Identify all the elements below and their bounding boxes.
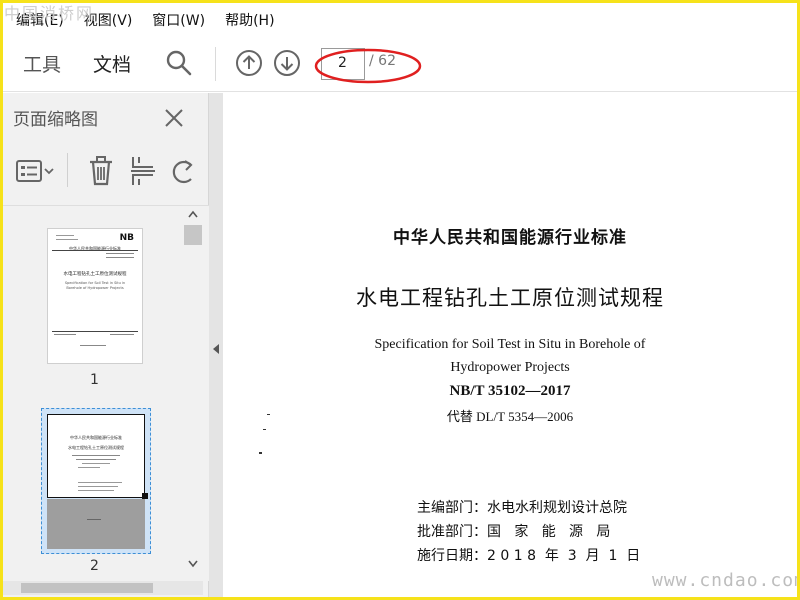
thumbnail-line (87, 519, 101, 520)
thumbnail-viewport-overlay (47, 499, 145, 549)
thumbnail-title: 水电工程钻孔土工原位测试规程 (68, 445, 124, 450)
scrollbar-thumb[interactable] (184, 225, 202, 245)
thumbnail-org: 中华人民共和国能源行业标准 (69, 246, 121, 251)
document-view: 中华人民共和国能源行业标准 水电工程钻孔土工原位测试规程 Specificati… (223, 93, 797, 597)
thumbnail-line (78, 467, 100, 468)
thumbnail-line (78, 482, 122, 483)
doc-standard-number: NB/T 35102—2017 (449, 383, 571, 399)
page-thumbnail-2: 中华人民共和国能源行业标准 水电工程钻孔土工原位测试规程 (47, 414, 145, 498)
panel-splitter[interactable] (209, 93, 223, 597)
thumbnail-line (56, 239, 78, 240)
watermark-top: 中国消桥网 (4, 4, 95, 23)
thumbnail-line (56, 235, 74, 236)
thumbnail-line (72, 455, 120, 456)
rotate-icon[interactable] (169, 157, 197, 187)
scan-mark (263, 429, 266, 430)
doc-approver: 批准部门：国 家 能 源 局 (417, 524, 611, 540)
watermark-bottom: www.cndao.com (652, 570, 800, 591)
previous-page-icon[interactable] (235, 49, 263, 77)
search-icon[interactable] (165, 49, 193, 77)
panel-toolbar (3, 151, 209, 195)
scan-mark (259, 452, 262, 454)
doc-replaces: 代替 DL/T 5354—2006 (446, 409, 574, 424)
thumbnail-line (76, 459, 116, 460)
doc-org: 中华人民共和国能源行业标准 (393, 228, 627, 248)
panel-toolbar-separator (67, 153, 68, 187)
page-thumbnail-1[interactable]: NB 中华人民共和国能源行业标准 水电工程钻孔土工原位测试规程 Specific… (47, 228, 143, 364)
tab-tools[interactable]: 工具 (23, 50, 61, 77)
highlight-ellipse (314, 48, 422, 84)
thumbnail-rule (52, 250, 138, 251)
thumbnail-list: NB 中华人民共和国能源行业标准 水电工程钻孔土工原位测试规程 Specific… (3, 205, 209, 581)
thumbnail-line (54, 334, 76, 335)
close-icon[interactable] (163, 107, 185, 129)
thumbnail-scrollbar[interactable] (184, 205, 202, 573)
page-thumbnail-2-selection[interactable]: 中华人民共和国能源行业标准 水电工程钻孔土工原位测试规程 (41, 408, 151, 554)
thumbnail-title: 水电工程钻孔土工原位测试规程 (63, 272, 127, 277)
thumbnail-line (110, 334, 134, 335)
doc-compiler: 主编部门：水电水利规划设计总院 (417, 500, 627, 516)
thumbnail-line (82, 463, 110, 464)
thumbnail-options-icon[interactable] (15, 157, 57, 187)
scrollbar-thumb[interactable] (21, 583, 153, 593)
doc-title-en-line2: Hydropower Projects (450, 360, 570, 375)
thumbnail-org: 中华人民共和国能源行业标准 (70, 435, 122, 440)
toolbar-separator (215, 47, 216, 81)
scan-mark (267, 414, 270, 415)
extract-pages-icon[interactable] (129, 155, 157, 187)
collapse-panel-icon[interactable] (212, 343, 220, 355)
thumbnail-label-1: 1 (90, 372, 99, 388)
thumbnail-line (78, 490, 114, 491)
thumbnail-title-en: Specification for Soil Test in Situ in B… (64, 281, 126, 290)
doc-title-en: Specification for Soil Test in Situ in B… (374, 337, 646, 352)
menu-help[interactable]: 帮助(H) (225, 10, 274, 30)
thumbnail-horizontal-scrollbar[interactable] (3, 581, 203, 595)
menu-bar: 编辑(E) 视图(V) 窗口(W) 帮助(H) (3, 3, 797, 36)
scroll-down-icon[interactable] (187, 559, 199, 569)
tab-document[interactable]: 文档 (93, 50, 131, 77)
scroll-up-icon[interactable] (187, 209, 199, 219)
menu-window[interactable]: 窗口(W) (152, 10, 205, 30)
trash-icon[interactable] (87, 155, 115, 187)
thumbnail-line (106, 253, 134, 254)
thumbnail-label-2: 2 (90, 558, 99, 574)
thumbnail-badge: NB (119, 233, 134, 243)
panel-title: 页面缩略图 (13, 110, 98, 130)
thumbnail-panel: 页面缩略图 NB 中华人民共和国能源行业标准 水电工程钻孔土工原位测试规程 Sp… (3, 93, 209, 597)
thumbnail-line (78, 486, 118, 487)
thumbnail-line (106, 257, 134, 258)
doc-effective-date: 施行日期：2 0 1 8 年 3 月 1 日 (417, 548, 641, 564)
doc-title: 水电工程钻孔土工原位测试规程 (356, 286, 664, 310)
thumbnail-line (80, 345, 106, 346)
thumbnail-rule (52, 331, 138, 332)
next-page-icon[interactable] (273, 49, 301, 77)
